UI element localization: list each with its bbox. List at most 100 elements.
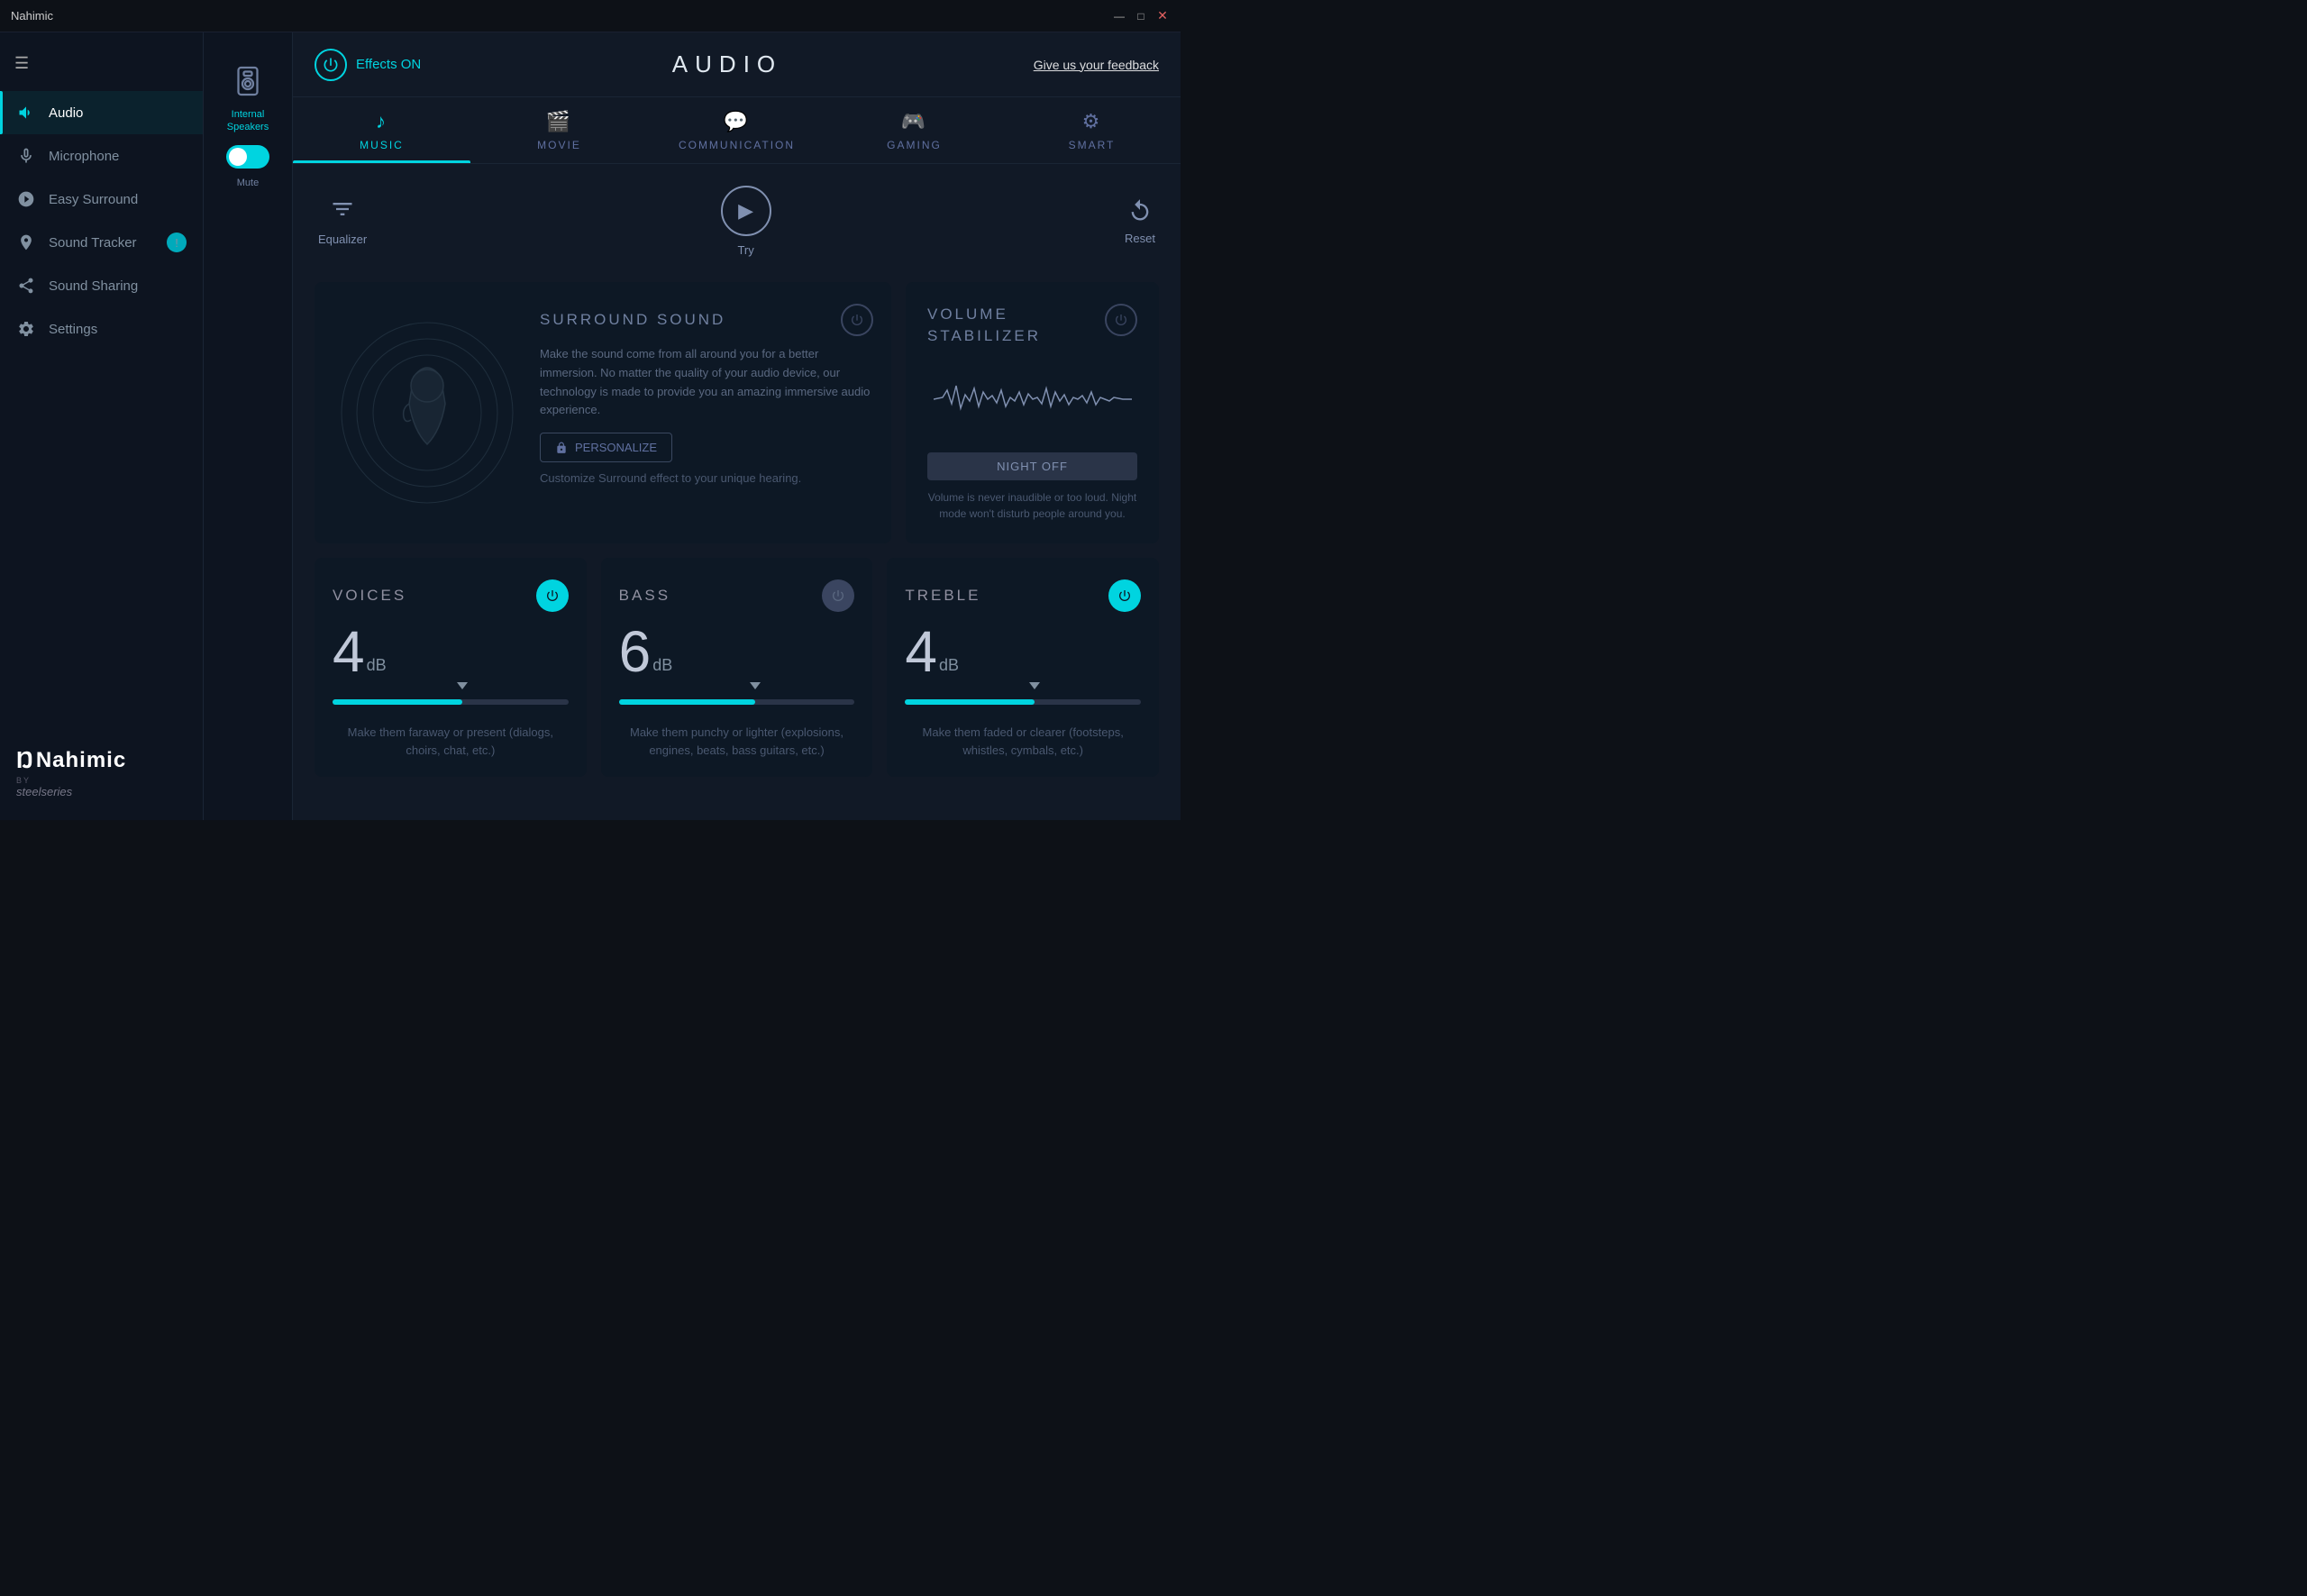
device-internal-speakers[interactable]: Internal Speakers Mute	[207, 50, 288, 199]
sidebar-item-audio-label: Audio	[49, 105, 83, 121]
sidebar-item-sound-tracker[interactable]: Sound Tracker !	[0, 221, 203, 264]
sidebar-item-audio[interactable]: Audio	[0, 91, 203, 134]
surround-description: Make the sound come from all around you …	[540, 345, 873, 420]
voices-card: VOICES 4 dB	[315, 558, 587, 777]
main-content: Effects ON AUDIO Give us your feedback ♪…	[293, 32, 1181, 820]
sidebar-item-microphone[interactable]: Microphone	[0, 134, 203, 178]
voices-slider-fill	[333, 699, 462, 705]
mute-label: Mute	[237, 178, 259, 188]
tab-smart[interactable]: ⚙ SMART	[1003, 97, 1181, 163]
surround-sound-card: SURROUND SOUND Make the sound come from …	[315, 282, 891, 543]
top-controls-row: Equalizer ▶ Try Reset	[315, 186, 1159, 268]
volume-power-button[interactable]	[1105, 304, 1137, 336]
feedback-link[interactable]: Give us your feedback	[1034, 58, 1159, 72]
bottom-cards-row: VOICES 4 dB	[315, 558, 1159, 777]
device-label: Internal Speakers	[214, 108, 281, 134]
bass-slider[interactable]	[619, 691, 855, 713]
tab-communication[interactable]: 💬 COMMUNICATION	[648, 97, 825, 163]
sidebar-nav: Audio Microphone Easy Surround Sound Tra…	[0, 91, 203, 728]
hamburger-icon: ☰	[14, 54, 29, 72]
voices-db-unit: dB	[367, 657, 387, 673]
maximize-button[interactable]: □	[1134, 9, 1148, 23]
tab-movie[interactable]: 🎬 MOVIE	[470, 97, 648, 163]
treble-power-button[interactable]	[1108, 579, 1141, 612]
voices-db-value: 4	[333, 623, 365, 680]
bass-header: BASS	[619, 579, 855, 612]
communication-icon: 💬	[724, 110, 750, 133]
night-mode-button[interactable]: NIGHT OFF	[927, 452, 1137, 480]
settings-icon	[16, 319, 36, 339]
gaming-icon: 🎮	[901, 110, 927, 133]
effects-power-icon	[315, 49, 347, 81]
treble-title: TREBLE	[905, 587, 980, 605]
treble-db-value: 4	[905, 623, 937, 680]
surround-power-button[interactable]	[841, 304, 873, 336]
bass-db-display: 6 dB	[619, 623, 855, 680]
tab-music-label: MUSIC	[360, 139, 404, 151]
music-icon: ♪	[376, 110, 388, 133]
treble-header: TREBLE	[905, 579, 1141, 612]
bass-power-button[interactable]	[822, 579, 854, 612]
surround-title: SURROUND SOUND	[540, 311, 725, 329]
voices-header: VOICES	[333, 579, 569, 612]
voices-slider[interactable]	[333, 691, 569, 713]
bass-slider-track	[619, 699, 855, 705]
sound-tracker-badge: !	[167, 233, 187, 252]
titlebar: Nahimic — □ ✕	[0, 0, 1181, 32]
tab-gaming[interactable]: 🎮 GAMING	[825, 97, 1003, 163]
effects-on-button[interactable]: Effects ON	[315, 49, 421, 81]
logo-brand: steelseries	[16, 785, 72, 798]
volume-header: VOLUMESTABILIZER	[927, 304, 1137, 347]
treble-card: TREBLE 4 dB	[887, 558, 1159, 777]
surround-graphic	[315, 282, 540, 543]
sidebar-item-settings[interactable]: Settings	[0, 307, 203, 351]
personalize-label: PERSONALIZE	[575, 441, 657, 454]
effects-label: Effects ON	[356, 57, 421, 72]
volume-description: Volume is never inaudible or too loud. N…	[927, 489, 1137, 522]
equalizer-button[interactable]: Equalizer	[318, 196, 367, 246]
bass-card: BASS 6 dB	[601, 558, 873, 777]
treble-description: Make them faded or clearer (footsteps, w…	[905, 724, 1141, 759]
treble-slider[interactable]	[905, 691, 1141, 713]
surround-content: SURROUND SOUND Make the sound come from …	[540, 282, 891, 543]
logo-by: BY	[16, 776, 31, 785]
voices-title: VOICES	[333, 587, 406, 605]
app-title: Nahimic	[11, 9, 53, 23]
speakers-icon	[228, 61, 268, 101]
tab-music[interactable]: ♪ MUSIC	[293, 97, 470, 163]
mute-toggle[interactable]	[226, 145, 269, 169]
voices-slider-track	[333, 699, 569, 705]
treble-db-display: 4 dB	[905, 623, 1141, 680]
hamburger-menu-button[interactable]: ☰	[0, 47, 203, 80]
logo-text: Nahimic	[36, 748, 126, 773]
sidebar-item-sound-sharing-label: Sound Sharing	[49, 278, 138, 294]
tab-smart-label: SMART	[1069, 139, 1116, 151]
sidebar-item-easy-surround[interactable]: Easy Surround	[0, 178, 203, 221]
personalize-button[interactable]: PERSONALIZE	[540, 433, 672, 462]
surround-subtitle: Customize Surround effect to your unique…	[540, 471, 873, 485]
close-button[interactable]: ✕	[1155, 9, 1170, 23]
reset-label: Reset	[1125, 232, 1155, 245]
voices-description: Make them faraway or present (dialogs, c…	[333, 724, 569, 759]
voices-power-button[interactable]	[536, 579, 569, 612]
bass-slider-fill	[619, 699, 756, 705]
volume-title-text: VOLUMESTABILIZER	[927, 306, 1041, 344]
reset-button[interactable]: Reset	[1125, 198, 1155, 245]
sidebar-logo: Ŋ Nahimic BY steelseries	[0, 728, 203, 820]
bass-db-value: 6	[619, 623, 652, 680]
movie-icon: 🎬	[546, 110, 572, 133]
content-area: Equalizer ▶ Try Reset	[293, 164, 1181, 820]
sidebar-item-microphone-label: Microphone	[49, 149, 119, 164]
titlebar-controls: — □ ✕	[1112, 9, 1170, 23]
minimize-button[interactable]: —	[1112, 9, 1126, 23]
equalizer-label: Equalizer	[318, 233, 367, 246]
treble-slider-track	[905, 699, 1141, 705]
bass-db-unit: dB	[652, 657, 672, 673]
try-button[interactable]: ▶ Try	[721, 186, 771, 257]
page-title: AUDIO	[435, 50, 1018, 78]
try-label: Try	[737, 243, 753, 257]
sound-tracker-icon	[16, 233, 36, 252]
device-name: Internal Speakers	[227, 109, 269, 132]
try-circle-icon: ▶	[721, 186, 771, 236]
sidebar-item-sound-sharing[interactable]: Sound Sharing	[0, 264, 203, 307]
